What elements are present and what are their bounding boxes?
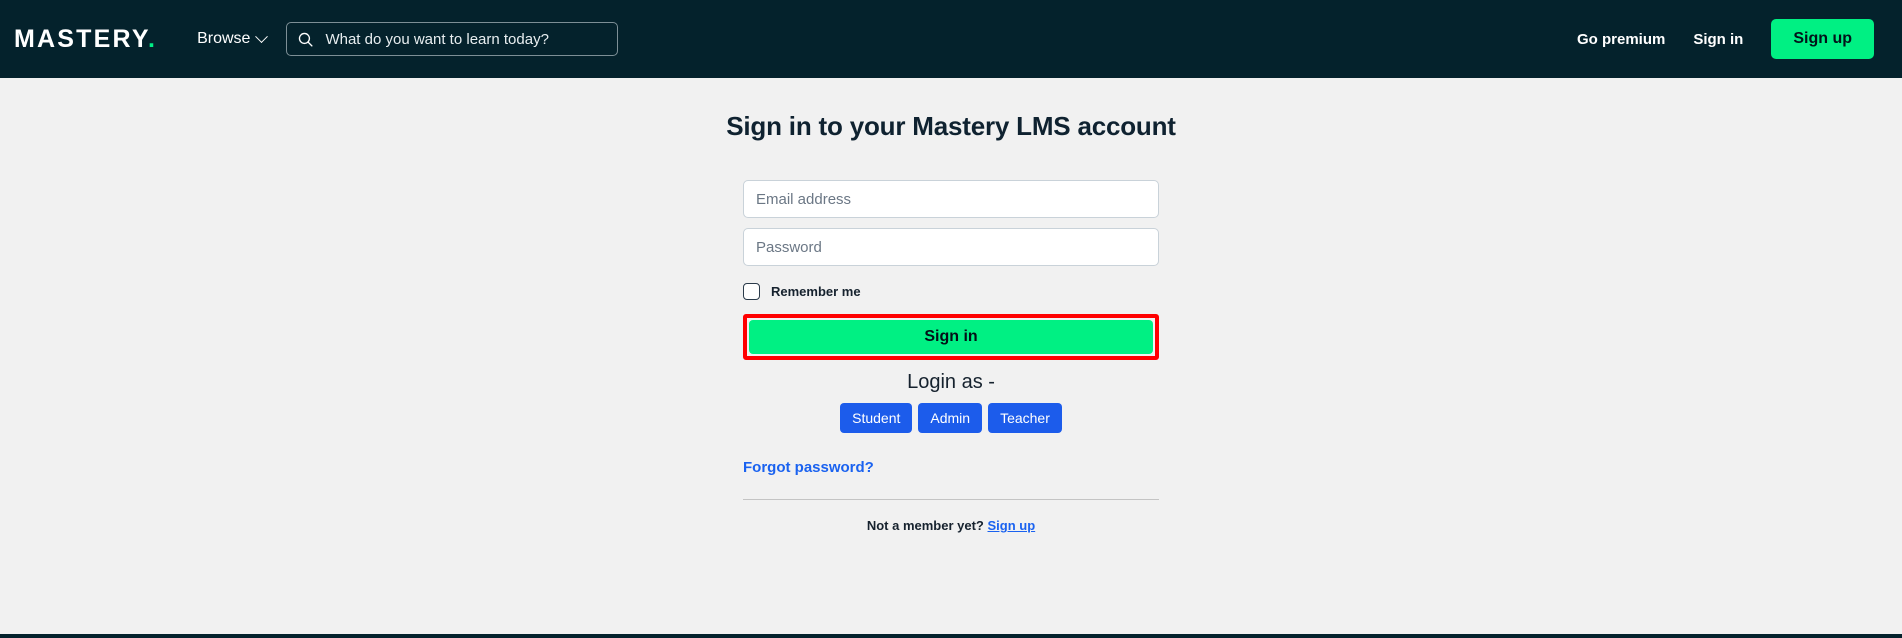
sign-in-button-highlight: Sign in [743,314,1159,360]
footer-strip [0,634,1902,638]
sign-up-button[interactable]: Sign up [1771,19,1874,59]
role-buttons: Student Admin Teacher [743,403,1159,433]
header-actions: Go premium Sign in Sign up [1577,19,1874,59]
forgot-password-link[interactable]: Forgot password? [743,459,874,476]
search-input[interactable] [325,30,608,48]
role-button-teacher[interactable]: Teacher [988,403,1062,433]
main-content: Sign in to your Mastery LMS account Reme… [0,78,1902,634]
remember-me-label: Remember me [771,284,861,299]
chevron-down-icon [255,29,269,43]
search-box[interactable] [286,22,619,56]
page-title: Sign in to your Mastery LMS account [726,111,1176,141]
sign-in-link[interactable]: Sign in [1693,31,1743,48]
member-prompt-row: Not a member yet? Sign up [743,518,1159,533]
member-prompt-text: Not a member yet? [866,518,984,533]
login-as-label: Login as - [907,371,995,393]
remember-me-row: Remember me [743,283,1159,300]
site-header: MASTERY. Browse Go premium Sign in Sign … [0,0,1902,78]
password-field[interactable] [743,228,1159,266]
role-button-student[interactable]: Student [840,403,913,433]
brand-logo-text: MASTERY [14,24,148,53]
member-sign-up-link[interactable]: Sign up [988,518,1036,533]
form-divider [743,499,1159,500]
sign-in-form: Remember me Sign in Login as - Student A… [743,180,1159,533]
brand-logo[interactable]: MASTERY. [14,24,158,53]
search-icon [299,32,314,47]
sign-in-submit-button[interactable]: Sign in [749,320,1153,354]
remember-me-checkbox[interactable] [743,283,760,300]
go-premium-link[interactable]: Go premium [1577,31,1665,48]
brand-logo-dot: . [147,24,158,53]
browse-menu[interactable]: Browse [197,29,269,48]
browse-label: Browse [197,30,251,47]
role-button-admin[interactable]: Admin [918,403,983,433]
email-field[interactable] [743,180,1159,218]
